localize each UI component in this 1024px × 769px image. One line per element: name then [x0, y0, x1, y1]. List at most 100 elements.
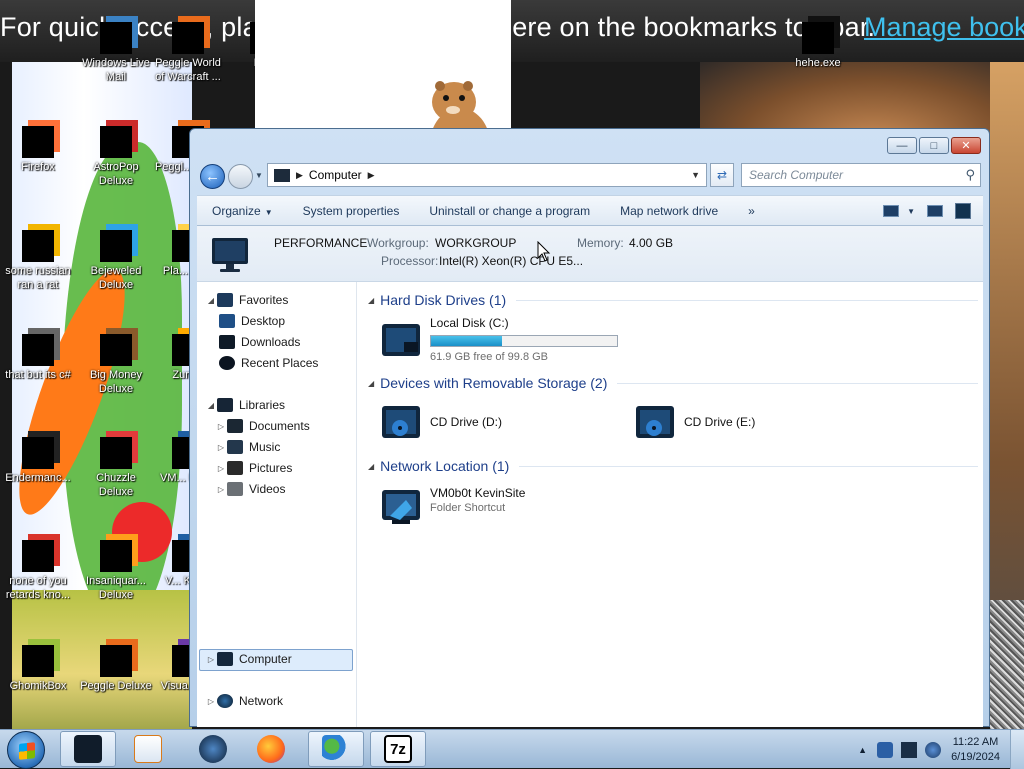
desktop-icon-label: some russian ran a rat [5, 265, 71, 291]
drive-c[interactable]: Local Disk (C:) 61.9 GB free of 99.8 GB [378, 316, 618, 364]
group-network-location[interactable]: ◢ Network Location (1) [368, 458, 978, 474]
desktop-icon-4[interactable]: AstroPop Deluxe [78, 126, 154, 188]
breadcrumb-separator-icon[interactable]: ▶ [296, 170, 303, 181]
desktop-shortcut-icon [802, 22, 834, 54]
nav-network[interactable]: ▷ Network [205, 694, 283, 708]
collapsed-arrow-icon[interactable]: ▷ [215, 422, 227, 431]
show-desktop-button[interactable] [1010, 730, 1024, 769]
breadcrumb-chevron-icon[interactable]: ▶ [368, 170, 375, 181]
show-hidden-icons-button[interactable]: ▲ [858, 745, 867, 755]
network-location-item[interactable]: VM0b0t KevinSite Folder Shortcut [378, 482, 525, 530]
taskbar-messenger[interactable] [308, 731, 364, 767]
collapsed-arrow-icon[interactable]: ▷ [215, 443, 227, 452]
breadcrumb-computer[interactable]: Computer [309, 168, 362, 182]
desktop-icon-13[interactable]: Chuzzle Deluxe [78, 437, 154, 499]
collapsed-arrow-icon[interactable]: ▷ [205, 697, 217, 706]
sevenzip-icon: 7z [384, 735, 412, 763]
nav-libraries[interactable]: ◢ Libraries [205, 398, 285, 412]
desktop-icon-19[interactable]: Peggle Deluxe [78, 645, 154, 693]
nav-downloads[interactable]: Downloads [219, 335, 300, 349]
desktop-shortcut-icon [100, 22, 132, 54]
memory-label: Memory: [577, 236, 624, 250]
action-center-icon[interactable] [877, 741, 894, 758]
documents-icon [227, 419, 243, 433]
desktop-shortcut-icon [22, 645, 54, 677]
expanded-arrow-icon[interactable]: ◢ [205, 401, 217, 410]
network-tray-icon[interactable] [901, 741, 918, 758]
organize-button[interactable]: Organize ▼ [197, 204, 288, 218]
forward-button[interactable] [228, 164, 253, 189]
close-button[interactable]: ✕ [951, 137, 981, 154]
uninstall-program-button[interactable]: Uninstall or change a program [414, 204, 605, 218]
desktop-icon-15[interactable]: none of you retards kno... [0, 540, 76, 602]
desktop-icon-21[interactable]: hehe.exe [780, 22, 856, 70]
search-icon[interactable]: ⚲ [965, 167, 975, 183]
desktop-icon-0[interactable]: Windows Live Mail [78, 22, 154, 84]
nav-documents[interactable]: ▷ Documents [215, 419, 310, 433]
start-button[interactable] [7, 731, 45, 769]
taskbar-firefox[interactable] [243, 731, 299, 767]
group-collapse-icon[interactable]: ◢ [368, 462, 374, 471]
change-view-button[interactable]: ▼ [883, 205, 915, 217]
nav-music[interactable]: ▷ Music [215, 440, 280, 454]
group-hard-disk-drives[interactable]: ◢ Hard Disk Drives (1) [368, 292, 978, 308]
nav-desktop[interactable]: Desktop [219, 314, 285, 328]
desktop-icon-label: AstroPop Deluxe [93, 161, 139, 187]
desktop-icon-6[interactable]: some russian ran a rat [0, 230, 76, 292]
desktop-icon-3[interactable]: Firefox [0, 126, 76, 174]
drive-e[interactable]: CD Drive (E:) [632, 398, 755, 446]
desktop-icon-10[interactable]: Big Money Deluxe [78, 334, 154, 396]
taskbar-7zip[interactable]: 7z [370, 731, 426, 767]
group-removable-storage[interactable]: ◢ Devices with Removable Storage (2) [368, 375, 978, 391]
desktop-icon-7[interactable]: Bejeweled Deluxe [78, 230, 154, 292]
help-button[interactable] [955, 203, 971, 219]
explorer-icon [74, 735, 102, 763]
desktop-icon-16[interactable]: Insaniquar... Deluxe [78, 540, 154, 602]
nav-pictures[interactable]: ▷ Pictures [215, 461, 292, 475]
collapsed-arrow-icon[interactable]: ▷ [215, 485, 227, 494]
collapsed-arrow-icon[interactable]: ▷ [205, 655, 217, 664]
nav-computer[interactable]: ▷ Computer [205, 652, 292, 666]
nav-videos[interactable]: ▷ Videos [215, 482, 285, 496]
desktop-icon-1[interactable]: Peggle World of Warcraft ... [150, 22, 226, 84]
videos-icon [227, 482, 243, 496]
desktop-shortcut-icon [22, 334, 54, 366]
refresh-icon: ⇄ [716, 168, 728, 182]
more-commands-button[interactable]: » [733, 204, 770, 218]
system-properties-button[interactable]: System properties [288, 204, 415, 218]
drive-d[interactable]: CD Drive (D:) [378, 398, 502, 446]
desktop-icon-18[interactable]: GhomikBox [0, 645, 76, 693]
computer-name: PERFORMANCE [274, 236, 368, 250]
maximize-button[interactable]: □ [919, 137, 949, 154]
desktop-icon-9[interactable]: that but its c# [0, 334, 76, 382]
nav-favorites[interactable]: ◢ Favorites [205, 293, 288, 307]
desktop-icon-label: Bejeweled Deluxe [90, 265, 142, 291]
clock[interactable]: 11:22 AM 6/19/2024 [951, 735, 1000, 765]
taskbar-media-player[interactable] [120, 731, 176, 767]
recent-pages-dropdown[interactable]: ▼ [255, 171, 263, 180]
address-bar[interactable]: ▶ Computer ▶ ▼ [267, 163, 707, 187]
map-network-drive-button[interactable]: Map network drive [605, 204, 733, 218]
desktop-icon-label: Windows Live Mail [82, 57, 150, 83]
nav-recent-places[interactable]: Recent Places [219, 356, 318, 370]
expanded-arrow-icon[interactable]: ◢ [205, 296, 217, 305]
back-button[interactable]: ← [200, 164, 225, 189]
minimize-button[interactable]: — [887, 137, 917, 154]
address-dropdown-icon[interactable]: ▼ [691, 170, 700, 180]
desktop-icon-12[interactable]: Endermanc... [0, 437, 76, 485]
chevron-down-icon: ▼ [907, 206, 915, 216]
group-collapse-icon[interactable]: ◢ [368, 379, 374, 388]
desktop-icon-label: hehe.exe [795, 57, 841, 69]
search-input[interactable]: Search Computer ⚲ [741, 163, 981, 187]
preview-pane-button[interactable] [927, 205, 943, 217]
collapsed-arrow-icon[interactable]: ▷ [215, 464, 227, 473]
volume-icon[interactable] [925, 741, 942, 758]
group-collapse-icon[interactable]: ◢ [368, 296, 374, 305]
firefox-icon [257, 735, 285, 763]
desktop-icon-label: Peggle Deluxe [80, 680, 152, 692]
back-arrow-icon: ← [205, 168, 220, 185]
refresh-button[interactable]: ⇄ [710, 163, 734, 187]
taskbar-globe-app[interactable] [185, 731, 241, 767]
taskbar-explorer[interactable] [60, 731, 116, 767]
manage-bookmarks-link[interactable]: Manage bookmarks [864, 12, 1024, 43]
